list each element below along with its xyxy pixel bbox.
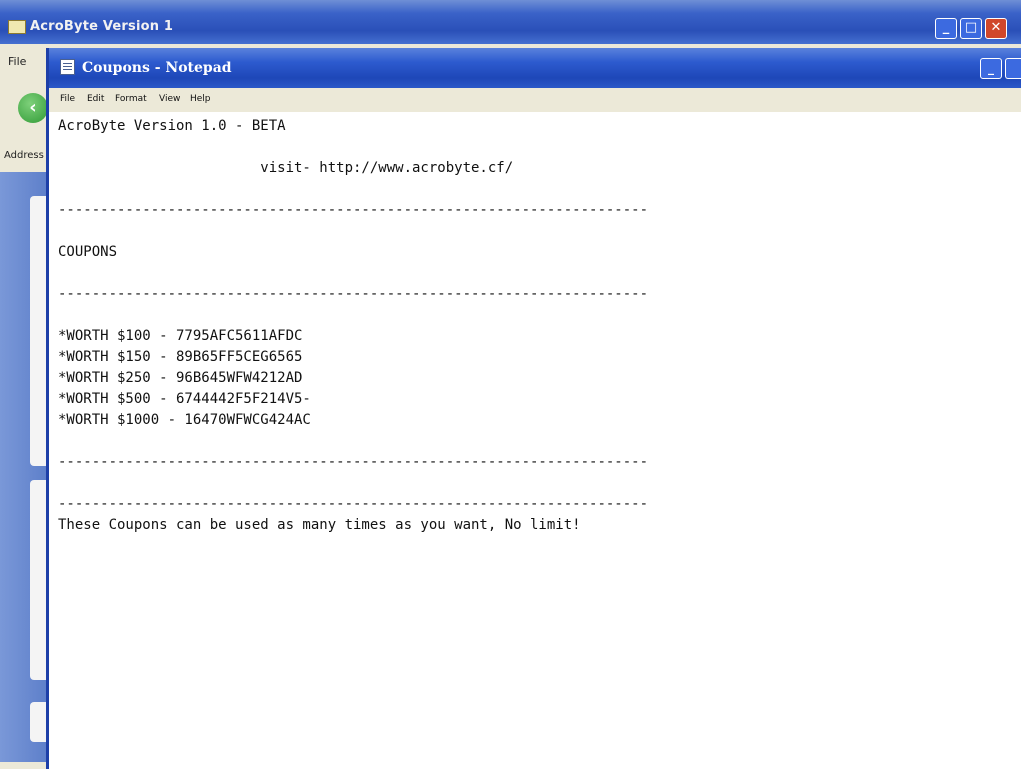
notepad-menubar: File Edit Format View Help — [46, 88, 1021, 112]
text-line: AcroByte Version 1.0 - BETA — [58, 118, 286, 134]
address-label: Address — [4, 150, 44, 161]
text-line — [58, 473, 1018, 494]
text-line — [58, 137, 1018, 158]
background-menu-file[interactable]: File — [8, 55, 26, 68]
notepad-titlebar[interactable]: Coupons - Notepad _ — [46, 48, 1021, 88]
text-line — [58, 179, 1018, 200]
text-line: *WORTH $150 - 89B65FF5CEG6565 — [58, 349, 303, 365]
text-line — [58, 221, 1018, 242]
text-line: *WORTH $1000 - 16470WFWCG424AC — [58, 412, 311, 428]
menu-edit[interactable]: Edit — [87, 94, 104, 104]
text-line: ----------------------------------------… — [58, 202, 649, 218]
text-line: *WORTH $500 - 6744442F5F214V5- — [58, 391, 311, 407]
text-line: These Coupons can be used as many times … — [58, 517, 581, 533]
text-line: ----------------------------------------… — [58, 286, 649, 302]
maximize-button[interactable]: □ — [960, 18, 982, 39]
text-line — [58, 305, 1018, 326]
text-line: *WORTH $250 - 96B645WFW4212AD — [58, 370, 303, 386]
background-window-title: AcroByte Version 1 — [30, 19, 174, 34]
text-line: visit- http://www.acrobyte.cf/ — [58, 160, 514, 176]
back-arrow-icon[interactable]: ‹ — [18, 93, 48, 123]
background-titlebar[interactable]: AcroByte Version 1 _ □ ✕ — [0, 0, 1021, 44]
menu-format[interactable]: Format — [115, 94, 147, 104]
app-icon — [8, 20, 26, 34]
notepad-window: Coupons - Notepad _ File Edit Format Vie… — [46, 48, 1021, 769]
notepad-text-area[interactable]: AcroByte Version 1.0 - BETA visit- http:… — [46, 112, 1021, 769]
menu-view[interactable]: View — [159, 94, 180, 104]
text-line — [58, 263, 1018, 284]
text-line: COUPONS — [58, 244, 118, 260]
minimize-button[interactable]: _ — [935, 18, 957, 39]
text-line: *WORTH $100 - 7795AFC5611AFDC — [58, 328, 303, 344]
notepad-maximize-button[interactable] — [1005, 58, 1021, 79]
notepad-title: Coupons - Notepad — [82, 60, 232, 76]
notepad-icon — [60, 59, 75, 75]
menu-help[interactable]: Help — [190, 94, 211, 104]
document-text: AcroByte Version 1.0 - BETA visit- http:… — [58, 116, 1018, 536]
text-line — [58, 431, 1018, 452]
menu-file[interactable]: File — [60, 94, 75, 104]
notepad-minimize-button[interactable]: _ — [980, 58, 1002, 79]
text-line: ----------------------------------------… — [58, 454, 649, 470]
text-line: ----------------------------------------… — [58, 496, 649, 512]
close-button[interactable]: ✕ — [985, 18, 1007, 39]
